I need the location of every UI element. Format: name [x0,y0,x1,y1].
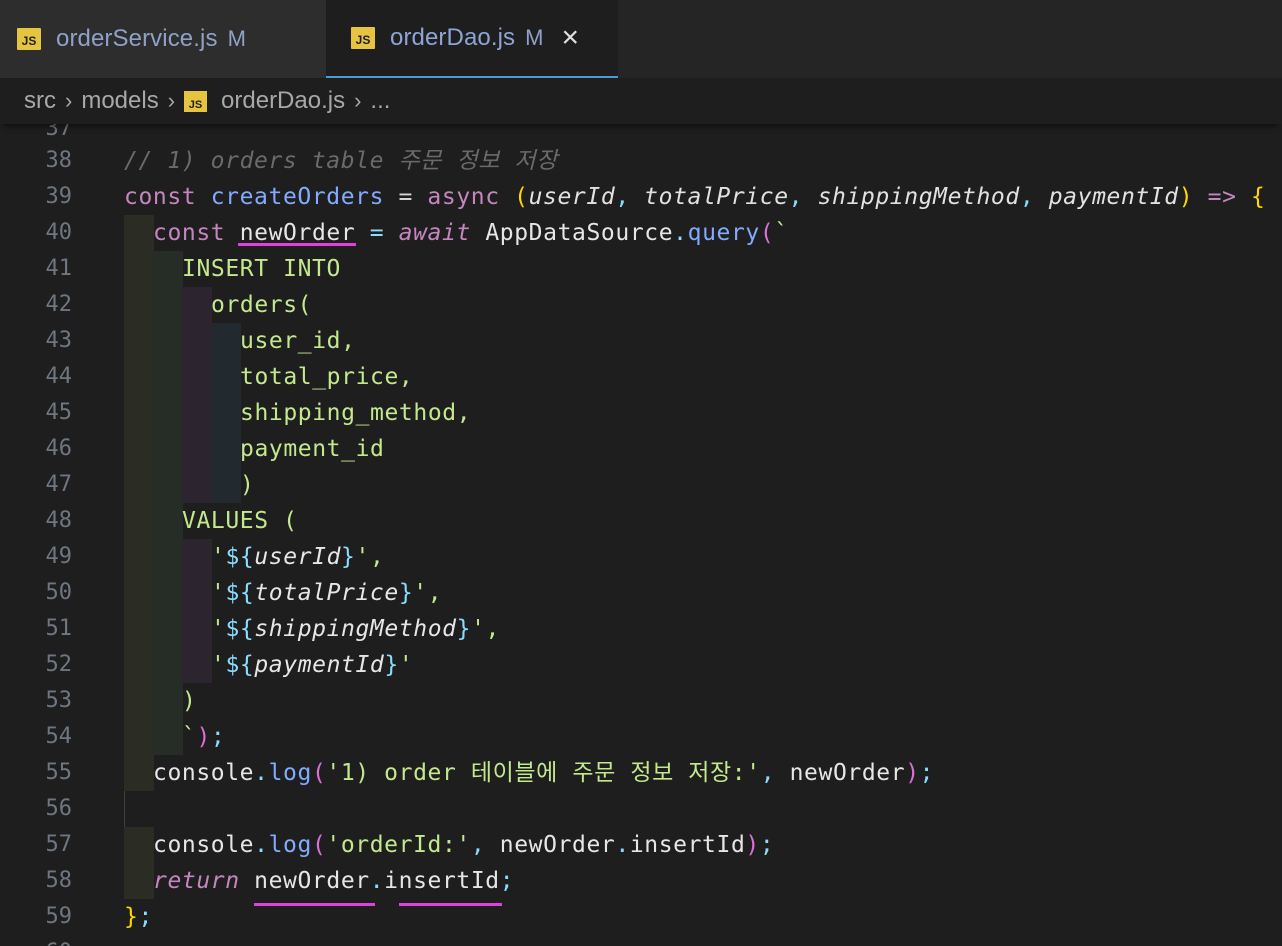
line-number: 47 [45,472,73,497]
highlight-underline [254,903,375,906]
code-text: orders( [211,292,313,318]
line-number: 56 [45,796,73,821]
code-line: 43 user_id, [0,323,1282,359]
js-file-icon: JS [351,27,375,49]
highlight-underline [399,903,502,906]
code-line: 48 VALUES ( [0,503,1282,539]
code-text: '${totalPrice}', [211,580,443,606]
code-text: console.log('1) order 테이블에 주문 정보 저장:', n… [153,760,935,786]
line-number: 59 [45,904,73,929]
close-icon[interactable]: × [561,23,579,53]
code-line: 39 const createOrders = async (userId, t… [0,179,1282,215]
code-line: 57 console.log('orderId:', newOrder.inse… [0,827,1282,863]
breadcrumb-file[interactable]: orderDao.js [221,87,345,115]
code-text: ) [182,688,197,714]
code-text: const createOrders = async (userId, tota… [124,184,1266,210]
line-number: 55 [45,760,73,785]
code-line: 59 }; [0,899,1282,935]
code-text: VALUES ( [182,508,298,534]
line-number: 42 [45,292,73,317]
breadcrumb-models[interactable]: models [81,87,158,115]
code-editor[interactable]: 37 38 // 1) orders table 주문 정보 저장 39 con… [0,124,1282,946]
code-text: }; [124,904,153,930]
code-text: payment_id [240,436,385,462]
code-text: '${userId}', [211,544,385,570]
modified-indicator: M [227,26,246,51]
line-number: 43 [45,328,73,353]
js-file-icon: JS [184,90,208,112]
line-number: 54 [45,724,73,749]
code-text: `); [182,724,226,750]
line-number: 38 [45,148,73,173]
code-line: 60 [0,935,1282,946]
code-line: 54 `); [0,719,1282,755]
line-number: 44 [45,364,73,389]
chevron-right-icon: › [65,88,73,113]
code-line: 56 [0,791,1282,827]
line-number: 41 [45,256,73,281]
code-text: '${paymentId}' [211,652,414,678]
code-text: console.log('orderId:', newOrder.insertI… [153,832,775,858]
chevron-right-icon: › [354,88,362,113]
line-number: 58 [45,868,73,893]
code-line: 55 console.log('1) order 테이블에 주문 정보 저장:'… [0,755,1282,791]
line-number: 50 [45,580,73,605]
tab-orderservice[interactable]: JS orderService.js M [0,0,326,78]
code-line: 45 shipping_method, [0,395,1282,431]
code-comment: // 1) orders table 주문 정보 저장 [124,148,558,174]
line-number: 39 [45,184,73,209]
highlight-underline [238,243,356,246]
code-line: 41 INSERT INTO [0,251,1282,287]
line-number: 45 [45,400,73,425]
indent-guide [124,215,154,251]
code-line: 42 orders( [0,287,1282,323]
js-file-icon: JS [17,28,41,50]
code-text: ) [240,472,255,498]
line-number: 51 [45,616,73,641]
code-line: 51 '${shippingMethod}', [0,611,1282,647]
tab-label: orderService.js [56,25,218,52]
line-number: 40 [45,220,73,245]
code-text: '${shippingMethod}', [211,616,500,642]
code-line: 38 // 1) orders table 주문 정보 저장 [0,143,1282,179]
tab-bar-empty [618,0,1282,78]
code-line: 49 '${userId}', [0,539,1282,575]
line-number: 52 [45,652,73,677]
code-line: 50 '${totalPrice}', [0,575,1282,611]
line-number: 46 [45,436,73,461]
code-text: shipping_method, [240,400,472,426]
code-line: 58 return newOrder.insertId; [0,863,1282,899]
tab-bar: JS orderService.js M JS orderDao.js M × [0,0,1282,78]
line-number: 60 [0,935,73,946]
code-line: 47 ) [0,467,1282,503]
code-line: 44 total_price, [0,359,1282,395]
code-text: user_id, [240,328,356,354]
code-text: return newOrder.insertId; [153,868,515,894]
code-line: 53 ) [0,683,1282,719]
code-text: total_price, [240,364,414,390]
line-number: 48 [45,508,73,533]
modified-indicator: M [525,25,544,50]
code-line: 40 const newOrder = await AppDataSource.… [0,215,1282,251]
code-text: INSERT INTO [182,256,341,282]
breadcrumb: src › models › JS orderDao.js › ... [0,78,1282,124]
tab-label: orderDao.js [390,24,516,51]
code-line: 52 '${paymentId}' [0,647,1282,683]
line-number: 53 [45,688,73,713]
line-number: 57 [45,832,73,857]
breadcrumb-src[interactable]: src [24,87,56,115]
chevron-right-icon: › [167,88,176,113]
line-number: 49 [45,544,73,569]
tab-orderdao[interactable]: JS orderDao.js M × [326,0,618,78]
code-line: 46 payment_id [0,431,1282,467]
breadcrumb-symbols[interactable]: ... [370,87,390,115]
